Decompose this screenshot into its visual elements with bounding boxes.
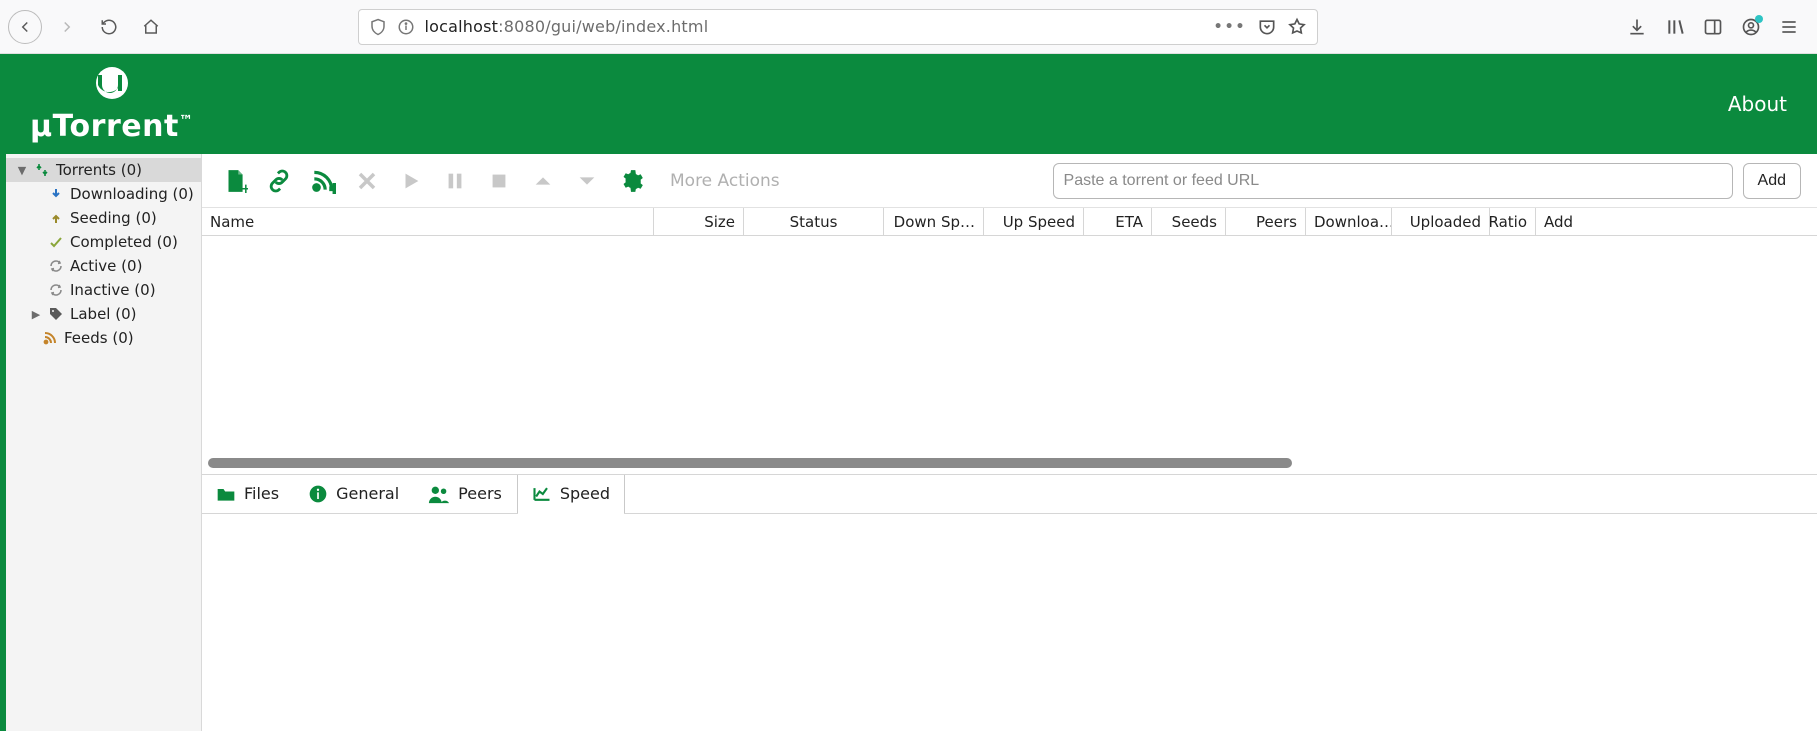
downloads-icon[interactable] — [1627, 17, 1647, 37]
sidebar-item-active[interactable]: Active (0) — [6, 254, 201, 278]
tab-label: Speed — [560, 484, 610, 503]
about-link[interactable]: About — [1728, 92, 1787, 116]
sidebar-item-downloading[interactable]: Downloading (0) — [6, 182, 201, 206]
refresh-icon — [48, 258, 64, 274]
add-torrent-url-button[interactable] — [262, 164, 296, 198]
browser-toolbar: localhost:8080/gui/web/index.html ••• — [0, 0, 1817, 54]
reload-button[interactable] — [92, 10, 126, 44]
add-torrent-file-button[interactable]: + — [218, 164, 252, 198]
start-button[interactable] — [394, 164, 428, 198]
download-icon — [48, 186, 64, 202]
torrent-grid-body — [202, 236, 1817, 454]
column-header[interactable]: Ratio — [1490, 208, 1536, 235]
tag-icon — [48, 306, 64, 322]
forward-button[interactable] — [50, 10, 84, 44]
sidebar-item-feeds[interactable]: Feeds (0) — [6, 326, 201, 350]
sidebar-item-label: Completed (0) — [70, 233, 178, 251]
torrents-icon — [34, 162, 50, 178]
people-icon — [428, 484, 450, 504]
remove-button[interactable] — [350, 164, 384, 198]
account-icon[interactable] — [1741, 17, 1761, 37]
app-body: ▼ Torrents (0) Downloading (0) Seeding (… — [0, 154, 1817, 731]
app-header: µTorrent™ About — [0, 54, 1817, 154]
detail-pane — [202, 514, 1817, 731]
sidebar-item-label: Feeds (0) — [64, 329, 134, 347]
info-icon — [308, 484, 328, 504]
svg-text:+: + — [330, 181, 337, 193]
main-content: + + — [202, 154, 1817, 731]
torrent-url-input[interactable] — [1053, 163, 1733, 199]
back-button[interactable] — [8, 10, 42, 44]
column-header[interactable]: Down Sp… — [884, 208, 984, 235]
upload-icon — [48, 210, 64, 226]
shield-icon — [369, 18, 387, 36]
column-header[interactable]: Uploaded — [1392, 208, 1490, 235]
column-header[interactable]: Peers — [1226, 208, 1306, 235]
tab-general[interactable]: General — [294, 475, 414, 513]
column-header[interactable]: Status — [744, 208, 884, 235]
ellipsis-icon[interactable]: ••• — [1214, 19, 1247, 35]
sidebar-item-label: Downloading (0) — [70, 185, 194, 203]
stop-button[interactable] — [482, 164, 516, 198]
tab-label: Files — [244, 484, 279, 503]
column-header[interactable]: Seeds — [1152, 208, 1226, 235]
url-text: localhost:8080/gui/web/index.html — [425, 17, 1204, 36]
sidebar-item-label: Label (0) — [70, 305, 136, 323]
home-button[interactable] — [134, 10, 168, 44]
library-icon[interactable] — [1665, 17, 1685, 37]
rss-icon — [42, 330, 58, 346]
svg-text:+: + — [240, 181, 248, 193]
folder-icon — [216, 485, 236, 503]
column-header[interactable]: Size — [654, 208, 744, 235]
pause-button[interactable] — [438, 164, 472, 198]
column-header[interactable]: Downloa… — [1306, 208, 1392, 235]
sidebar-item-label-group[interactable]: ▶ Label (0) — [6, 302, 201, 326]
chevron-right-icon[interactable]: ▶ — [30, 308, 42, 321]
column-header[interactable]: Add — [1536, 208, 1574, 235]
address-bar[interactable]: localhost:8080/gui/web/index.html ••• — [358, 9, 1318, 45]
move-up-button[interactable] — [526, 164, 560, 198]
sidebar-toggle-icon[interactable] — [1703, 17, 1723, 37]
sidebar-item-seeding[interactable]: Seeding (0) — [6, 206, 201, 230]
sidebar-item-completed[interactable]: Completed (0) — [6, 230, 201, 254]
torrent-grid-header: NameSizeStatusDown Sp…Up SpeedETASeedsPe… — [202, 208, 1817, 236]
sidebar-item-label: Active (0) — [70, 257, 142, 275]
pocket-icon[interactable] — [1257, 17, 1277, 37]
chevron-down-icon[interactable]: ▼ — [16, 164, 28, 177]
tab-peers[interactable]: Peers — [414, 475, 517, 513]
refresh-icon — [48, 282, 64, 298]
column-header[interactable]: ETA — [1084, 208, 1152, 235]
tab-files[interactable]: Files — [202, 475, 294, 513]
add-rss-feed-button[interactable]: + — [306, 164, 340, 198]
column-header[interactable]: Name — [202, 208, 654, 235]
info-icon[interactable] — [397, 18, 415, 36]
tab-label: General — [336, 484, 399, 503]
more-actions-label[interactable]: More Actions — [670, 171, 780, 191]
sidebar-item-inactive[interactable]: Inactive (0) — [6, 278, 201, 302]
bookmark-star-icon[interactable] — [1287, 17, 1307, 37]
detail-tabs: Files General Peers Speed — [202, 474, 1817, 514]
sidebar-item-label: Torrents (0) — [56, 161, 142, 179]
sidebar-item-label: Seeding (0) — [70, 209, 157, 227]
sidebar-item-label: Inactive (0) — [70, 281, 156, 299]
move-down-button[interactable] — [570, 164, 604, 198]
tab-label: Peers — [458, 484, 502, 503]
settings-button[interactable] — [614, 164, 648, 198]
horizontal-scrollbar[interactable] — [204, 458, 1815, 470]
check-icon — [48, 234, 64, 250]
app-logo: µTorrent™ — [30, 65, 193, 144]
add-button[interactable]: Add — [1743, 163, 1801, 199]
toolbar: + + — [202, 154, 1817, 208]
tab-speed[interactable]: Speed — [517, 475, 625, 513]
column-header[interactable]: Up Speed — [984, 208, 1084, 235]
chart-icon — [532, 485, 552, 503]
hamburger-menu-icon[interactable] — [1779, 17, 1799, 37]
sidebar: ▼ Torrents (0) Downloading (0) Seeding (… — [6, 154, 202, 731]
sidebar-item-torrents[interactable]: ▼ Torrents (0) — [6, 158, 201, 182]
